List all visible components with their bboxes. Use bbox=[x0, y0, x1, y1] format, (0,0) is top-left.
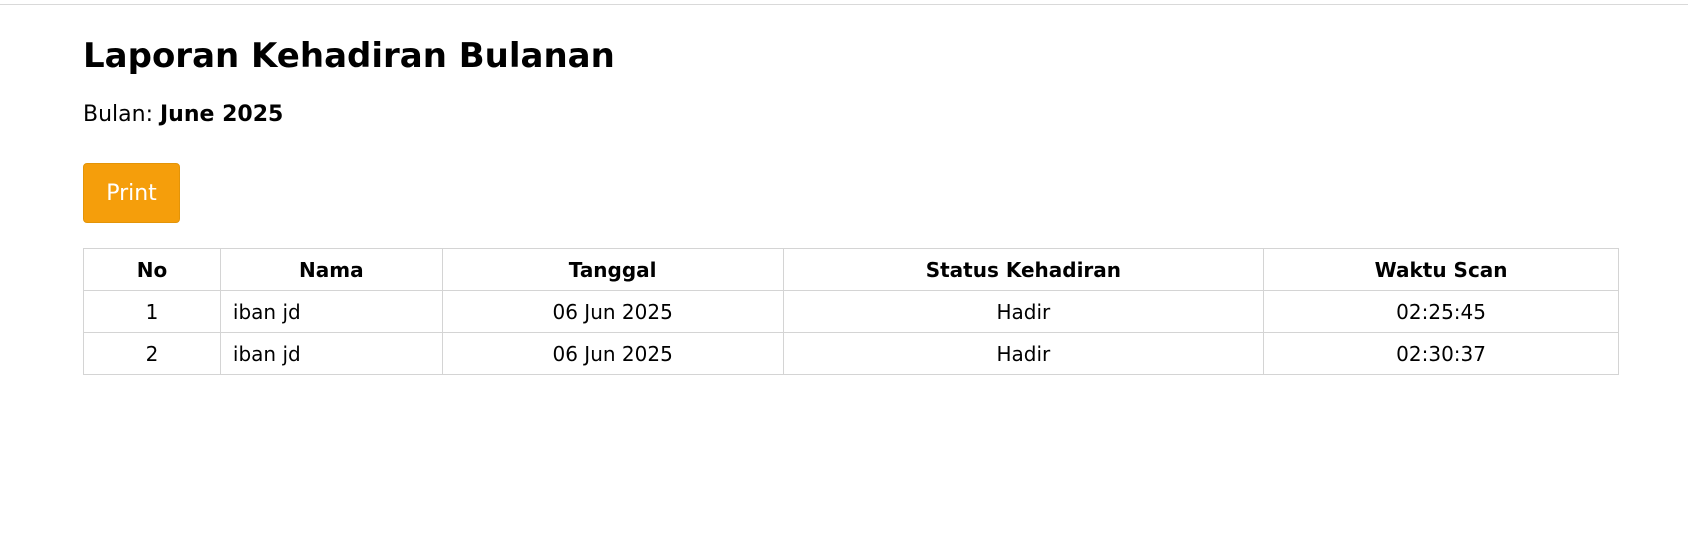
cell-tanggal: 06 Jun 2025 bbox=[441, 332, 784, 375]
top-divider bbox=[0, 4, 1688, 5]
month-label: Bulan: bbox=[83, 102, 153, 127]
cell-no: 2 bbox=[83, 332, 221, 375]
header-waktu: Waktu Scan bbox=[1263, 248, 1619, 291]
cell-waktu: 02:25:45 bbox=[1263, 290, 1619, 333]
month-line: Bulan: June 2025 bbox=[83, 100, 1619, 130]
print-button[interactable]: Print bbox=[83, 163, 180, 223]
report-container: Laporan Kehadiran Bulanan Bulan: June 20… bbox=[83, 30, 1619, 375]
table-row: 2 iban jd 06 Jun 2025 Hadir 02:30:37 bbox=[83, 332, 1619, 375]
header-tanggal: Tanggal bbox=[441, 248, 784, 291]
attendance-table: No Nama Tanggal Status Kehadiran Waktu S… bbox=[83, 248, 1619, 375]
header-nama: Nama bbox=[219, 248, 443, 291]
cell-nama: iban jd bbox=[219, 290, 443, 333]
cell-no: 1 bbox=[83, 290, 221, 333]
cell-status: Hadir bbox=[782, 332, 1265, 375]
cell-tanggal: 06 Jun 2025 bbox=[441, 290, 784, 333]
header-status: Status Kehadiran bbox=[782, 248, 1265, 291]
cell-waktu: 02:30:37 bbox=[1263, 332, 1619, 375]
month-value: June 2025 bbox=[160, 102, 284, 127]
cell-nama: iban jd bbox=[219, 332, 443, 375]
cell-status: Hadir bbox=[782, 290, 1265, 333]
header-no: No bbox=[83, 248, 221, 291]
table-header-row: No Nama Tanggal Status Kehadiran Waktu S… bbox=[83, 248, 1619, 291]
table-row: 1 iban jd 06 Jun 2025 Hadir 02:25:45 bbox=[83, 290, 1619, 333]
page-title: Laporan Kehadiran Bulanan bbox=[83, 36, 615, 76]
